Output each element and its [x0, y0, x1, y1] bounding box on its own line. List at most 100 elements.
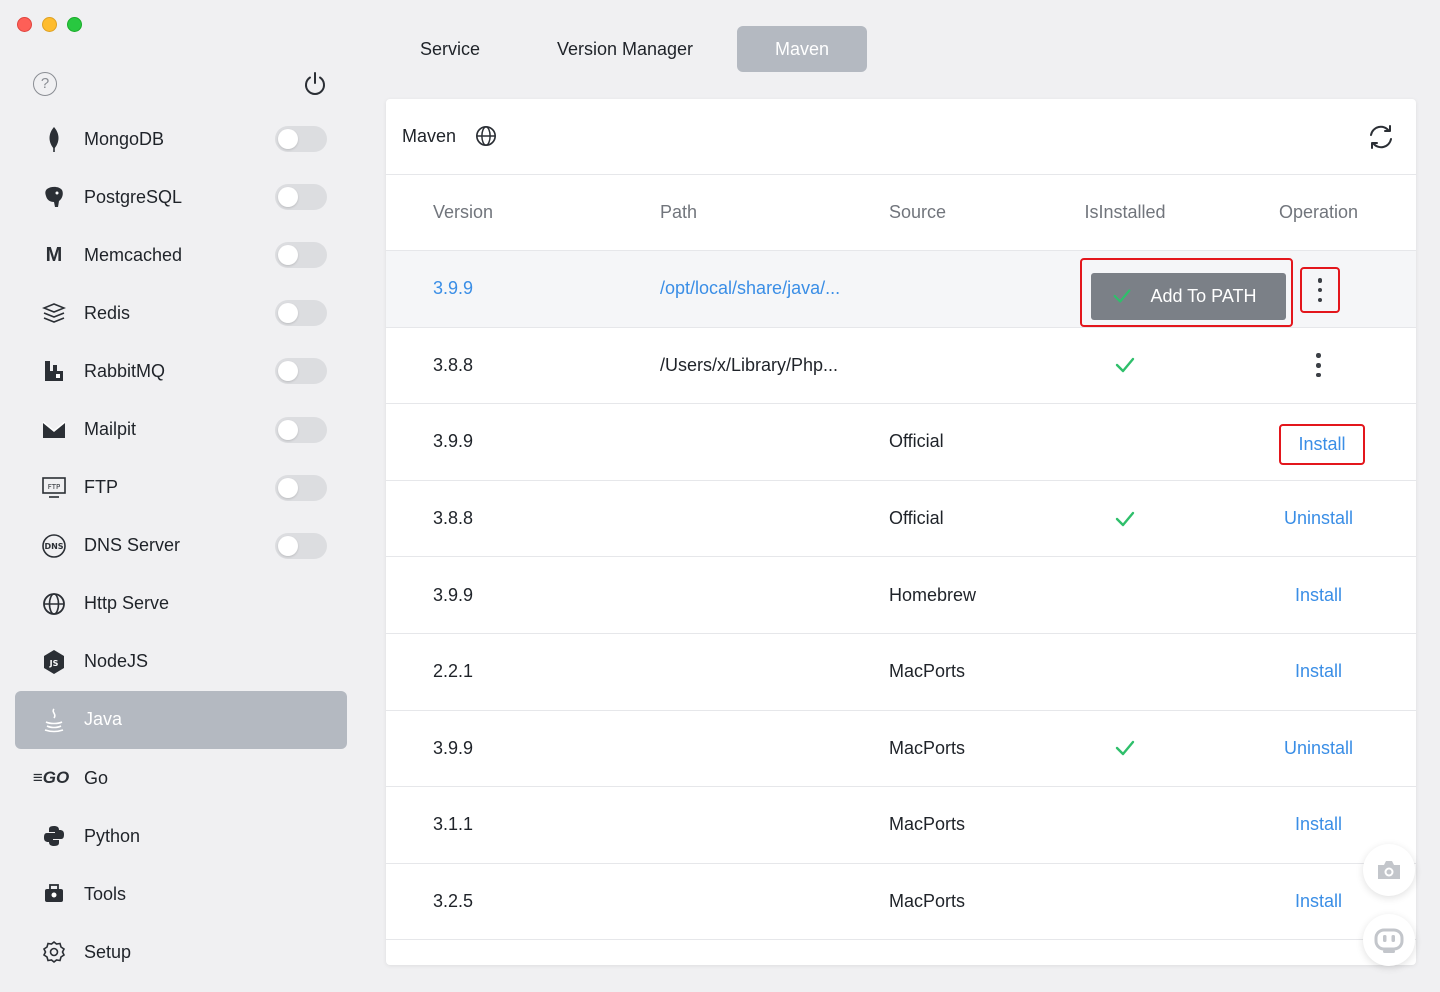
uninstall-button[interactable]: Uninstall [1284, 508, 1353, 529]
globe-icon[interactable] [475, 125, 497, 147]
sidebar-item-ftp[interactable]: FTP FTP [15, 459, 347, 517]
top-tabs: Service Version Manager Maven [386, 26, 867, 72]
globe-icon [40, 590, 68, 618]
ftp-toggle[interactable] [275, 474, 327, 501]
column-header-operation: Operation [1278, 202, 1359, 222]
operation-cell: Install [1266, 787, 1371, 863]
sidebar-item-tools[interactable]: Tools [15, 865, 347, 923]
python-icon [40, 822, 68, 850]
operation-cell: Install [1266, 557, 1371, 633]
maven-panel: Maven Version Path Source IsInstalled Op… [386, 99, 1416, 965]
sidebar-item-dns-server[interactable]: DNS DNS Server [15, 517, 347, 575]
table-row: 3.9.9 MacPorts Uninstall [386, 711, 1416, 788]
table-row: 3.9.9 Official Install [386, 404, 1416, 481]
sidebar-item-java[interactable]: Java [15, 690, 347, 750]
sidebar-item-label: Java [84, 709, 123, 730]
tab-version-manager[interactable]: Version Manager [514, 26, 736, 72]
install-button[interactable]: Install [1295, 814, 1342, 835]
version-cell: 3.1.1 [433, 814, 474, 835]
table-row: 3.2.5 MacPorts Install [386, 864, 1416, 941]
check-icon [1115, 741, 1135, 756]
source-cell: MacPorts [889, 891, 966, 912]
install-highlight: Install [1279, 424, 1365, 466]
sidebar-item-python[interactable]: Python [15, 807, 347, 865]
installed-cell [1080, 711, 1170, 787]
sidebar-item-rabbitmq[interactable]: RabbitMQ [15, 342, 347, 400]
version-cell: 3.9.9 [433, 737, 474, 758]
power-icon[interactable] [301, 70, 329, 98]
sidebar-item-label: MongoDB [84, 128, 165, 149]
more-options-button[interactable] [1300, 267, 1340, 313]
column-header-version: Version [433, 202, 494, 222]
version-cell: 3.8.8 [433, 508, 474, 529]
postgresql-toggle[interactable] [275, 184, 327, 211]
sidebar-item-memcached[interactable]: M Memcached [15, 226, 347, 284]
table-row: 2.2.1 MacPorts Install [386, 634, 1416, 711]
ftp-icon: FTP [40, 474, 68, 502]
sidebar-item-go[interactable]: ≡GO Go [15, 749, 347, 807]
source-cell: MacPorts [889, 737, 966, 758]
add-to-path-button[interactable]: Add To PATH [1091, 273, 1286, 320]
panel-title: Maven [402, 126, 457, 146]
sidebar-item-label: PostgreSQL [84, 186, 183, 207]
dns-icon: DNS [40, 532, 68, 560]
uninstall-button[interactable]: Uninstall [1284, 738, 1353, 759]
installed-cell [1080, 481, 1170, 557]
memcached-icon: M [45, 243, 63, 266]
version-cell: 3.2.5 [433, 891, 474, 912]
svg-text:JS: JS [49, 659, 59, 668]
tab-service[interactable]: Service [386, 26, 514, 72]
install-button[interactable]: Install [1295, 661, 1342, 682]
source-cell: MacPorts [889, 814, 966, 835]
column-header-source: Source [889, 202, 947, 222]
sidebar-item-label: Mailpit [84, 419, 137, 440]
help-icon[interactable]: ? [33, 72, 57, 96]
more-vertical-icon [1317, 278, 1323, 302]
mongodb-toggle[interactable] [275, 126, 327, 153]
version-cell: 3.9.9 [433, 584, 474, 605]
check-icon [1115, 358, 1135, 373]
install-button[interactable]: Install [1295, 891, 1342, 912]
sidebar-item-label: DNS Server [84, 535, 181, 556]
sidebar-item-setup[interactable]: Setup [15, 923, 347, 981]
dns-server-toggle[interactable] [275, 532, 327, 559]
screenshot-button[interactable] [1363, 844, 1415, 896]
sidebar-top-bar: ? [33, 70, 329, 98]
add-to-path-highlight: Add To PATH [1080, 258, 1293, 327]
redis-icon [40, 299, 68, 327]
install-button[interactable]: Install [1295, 585, 1342, 606]
operation-cell: Install [1266, 634, 1371, 710]
check-icon [1113, 289, 1131, 303]
column-header-path: Path [660, 202, 698, 222]
rabbitmq-icon [40, 357, 68, 385]
table-row: 3.9.9 Homebrew Install [386, 557, 1416, 634]
tab-maven[interactable]: Maven [737, 26, 867, 72]
operation-cell: Uninstall [1266, 711, 1371, 787]
version-cell: 3.9.9 [433, 431, 474, 452]
column-header-isinstalled: IsInstalled [1084, 202, 1166, 222]
sidebar-item-mongodb[interactable]: MongoDB [15, 110, 347, 168]
sidebar-item-mailpit[interactable]: Mailpit [15, 400, 347, 458]
redis-toggle[interactable] [275, 300, 327, 327]
rabbitmq-toggle[interactable] [275, 358, 327, 385]
go-icon: ≡GO [32, 768, 70, 788]
camera-icon [1378, 861, 1400, 879]
version-cell: 3.8.8 [433, 354, 474, 375]
sidebar: ? MongoDB PostgreSQL M Memcached Redis R… [0, 0, 362, 992]
assistant-button[interactable] [1363, 914, 1415, 966]
sidebar-item-label: Http Serve [84, 593, 170, 614]
path-cell[interactable]: /opt/local/share/java/... [660, 251, 840, 327]
refresh-icon[interactable] [1366, 122, 1396, 152]
sidebar-item-nodejs[interactable]: JS NodeJS [15, 633, 347, 691]
java-icon [40, 706, 68, 734]
sidebar-item-label: Tools [84, 883, 127, 904]
add-to-path-label: Add To PATH [1150, 286, 1257, 306]
sidebar-item-postgresql[interactable]: PostgreSQL [15, 168, 347, 226]
more-options-button[interactable] [1266, 328, 1371, 404]
memcached-toggle[interactable] [275, 242, 327, 269]
sidebar-item-http-serve[interactable]: Http Serve [15, 575, 347, 633]
path-cell[interactable]: /Users/x/Library/Php... [660, 328, 838, 404]
mailpit-toggle[interactable] [275, 416, 327, 443]
install-button[interactable]: Install [1298, 434, 1345, 455]
sidebar-item-redis[interactable]: Redis [15, 284, 347, 342]
